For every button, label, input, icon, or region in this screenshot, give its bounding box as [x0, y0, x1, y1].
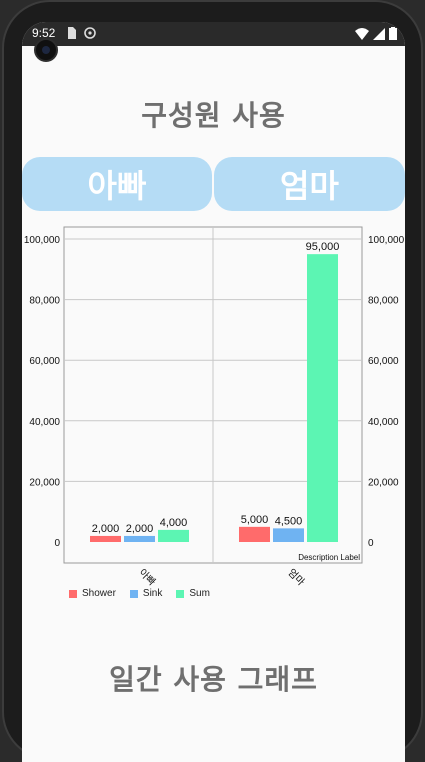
- bar-sink: [273, 528, 304, 542]
- battery-icon: [389, 27, 397, 40]
- bar-value-label: 2,000: [126, 523, 154, 535]
- sim-card-icon: [68, 27, 76, 39]
- y-tick-label-right: 40,000: [368, 417, 399, 428]
- front-camera: [34, 38, 58, 62]
- y-tick-label-right: 20,000: [368, 477, 399, 488]
- bar-value-label: 4,500: [275, 515, 303, 527]
- y-tick-label-left: 80,000: [29, 296, 60, 307]
- legend-swatch: [69, 589, 77, 598]
- bar-value-label: 95,000: [306, 241, 340, 253]
- bar-shower: [239, 526, 270, 542]
- bar-sum: [307, 254, 338, 542]
- y-tick-label-left: 40,000: [29, 417, 60, 428]
- wifi-icon: [355, 27, 369, 40]
- member-button-dad[interactable]: 아빠: [22, 157, 212, 211]
- member-button-mom[interactable]: 엄마: [214, 157, 405, 211]
- legend-label: Shower: [82, 588, 116, 599]
- y-tick-label-right: 0: [368, 538, 374, 549]
- daily-graph-title: 일간 사용 그래프: [109, 663, 318, 696]
- bar-sum: [158, 529, 189, 542]
- y-tick-label-left: 20,000: [29, 477, 60, 488]
- legend-item: Sum: [176, 588, 210, 599]
- y-tick-label-left: 100,000: [24, 235, 61, 246]
- app-screen: 9:52 구성원 사용 아빠 엄마 0 0 20,000 20,000 40,000 40…: [22, 22, 405, 762]
- x-tick-label: 아빠: [136, 567, 158, 589]
- bar-shower: [90, 535, 121, 542]
- chart-description-label: Description Label: [298, 553, 360, 562]
- x-tick-label: 엄마: [285, 567, 307, 589]
- sync-icon: [84, 27, 96, 39]
- legend-item: Shower: [69, 588, 116, 599]
- legend-label: Sum: [189, 588, 210, 599]
- y-tick-label-right: 80,000: [368, 296, 399, 307]
- status-bar: 9:52: [22, 22, 405, 46]
- page-title: 구성원 사용: [141, 99, 286, 132]
- signal-icon: [373, 27, 385, 40]
- status-icons-left: [66, 27, 96, 39]
- y-tick-label-left: 60,000: [29, 356, 60, 367]
- bar-value-label: 2,000: [92, 523, 120, 535]
- legend-swatch: [176, 589, 185, 598]
- usage-bar-chart[interactable]: 0 0 20,000 20,000 40,000 40,000 60,000 60,000 80…: [22, 222, 405, 612]
- y-tick-label-right: 100,000: [368, 235, 405, 246]
- legend-swatch: [129, 589, 138, 598]
- bar-sink: [124, 535, 155, 542]
- legend-item: Sink: [129, 588, 163, 599]
- status-icons-right: [355, 27, 397, 40]
- bar-value-label: 5,000: [241, 514, 269, 526]
- y-tick-label-left: 0: [54, 538, 60, 549]
- legend-label: Sink: [142, 588, 163, 599]
- bar-value-label: 4,000: [160, 517, 188, 529]
- y-tick-label-right: 60,000: [368, 356, 399, 367]
- chart-legend: Shower Sink Sum: [69, 588, 210, 599]
